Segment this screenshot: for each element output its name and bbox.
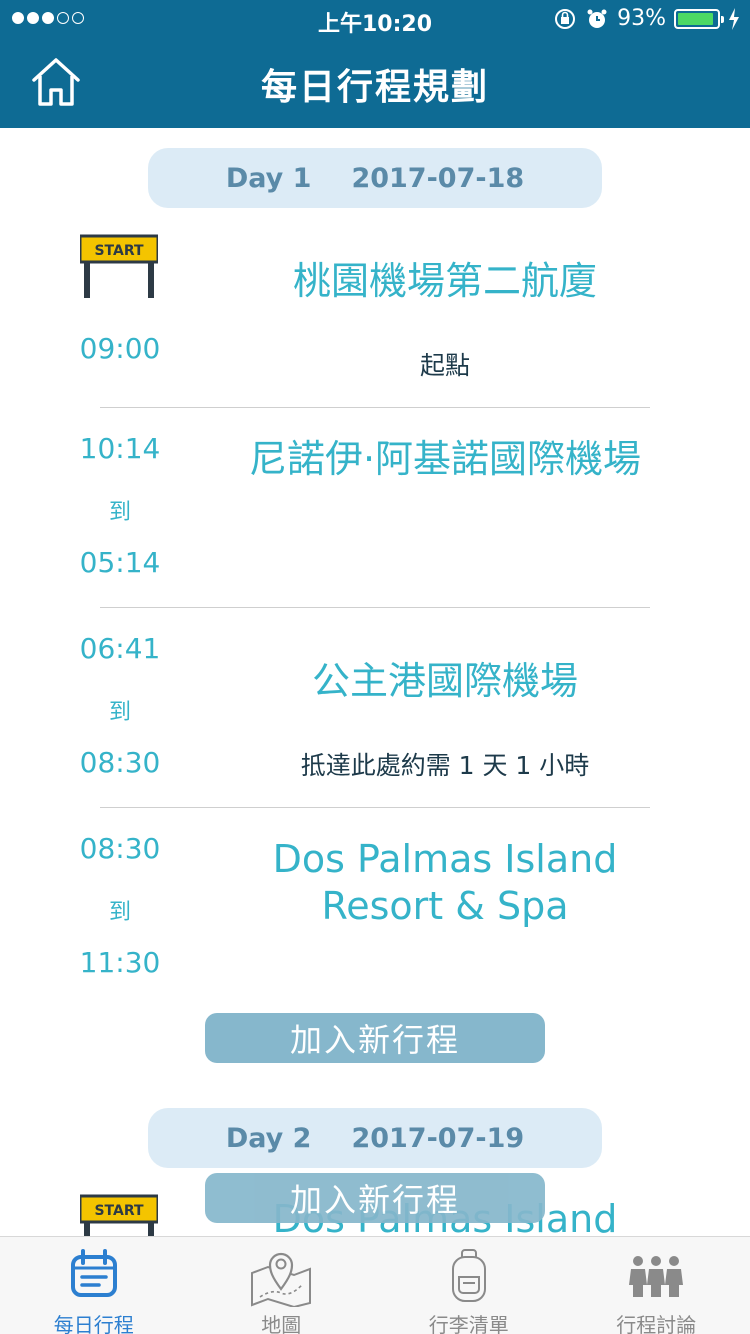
start-sign-icon: START — [80, 234, 158, 298]
day-header[interactable]: Day 1 2017-07-18 — [148, 148, 602, 208]
itinerary-list[interactable]: Day 1 2017-07-18 START 桃園機場第二航廈 09:00 起點… — [0, 128, 750, 1236]
time-end: 08:30 — [79, 746, 161, 779]
rotation-lock-icon — [555, 8, 576, 29]
time-start: 10:14 — [79, 432, 161, 465]
day-header[interactable]: Day 2 2017-07-19 — [148, 1108, 602, 1168]
battery-icon — [674, 8, 724, 29]
calendar-icon — [70, 1249, 117, 1297]
tab-packing-list[interactable]: 行李清單 — [375, 1237, 563, 1334]
page-title: 每日行程規劃 — [260, 67, 489, 108]
time-to-label: 到 — [108, 900, 131, 925]
time-start: 06:41 — [79, 632, 161, 665]
start-sign-icon: START — [80, 1194, 158, 1236]
time-start: 08:30 — [79, 832, 161, 865]
backpack-icon — [451, 1249, 486, 1302]
tab-label: 地圖 — [261, 1313, 302, 1334]
map-icon — [251, 1252, 312, 1307]
people-icon — [629, 1256, 684, 1297]
nav-bar: 每日行程規劃 — [0, 40, 750, 128]
time-to-label: 到 — [108, 500, 131, 525]
day-date: 2017-07-19 — [351, 1122, 525, 1154]
place-name[interactable]: 公主港國際機場 — [240, 658, 650, 705]
divider — [100, 807, 650, 808]
place-note: 起點 — [419, 351, 470, 380]
time-to-label: 到 — [108, 700, 131, 725]
svg-text:START: START — [94, 1203, 144, 1219]
tab-label: 每日行程 — [53, 1313, 134, 1334]
travel-duration-note: 抵達此處約需 1 天 1 小時 — [300, 751, 590, 780]
svg-text:START: START — [94, 243, 144, 259]
time-end: 11:30 — [79, 946, 161, 979]
time-end: 05:14 — [79, 546, 161, 579]
tab-bar: 每日行程 地圖 行李清單 行程討論 — [0, 1236, 750, 1334]
charging-icon — [729, 7, 739, 30]
place-name[interactable]: 尼諾伊·阿基諾國際機場 — [240, 436, 650, 483]
tab-label: 行程討論 — [616, 1313, 697, 1334]
status-bar: 上午10:20 93% — [0, 0, 750, 40]
day-date: 2017-07-18 — [351, 162, 525, 194]
tab-discussion[interactable]: 行程討論 — [563, 1237, 750, 1334]
place-name[interactable]: Dos Palmas Island Resort & Spa — [240, 836, 650, 930]
day-label: Day 1 — [225, 162, 312, 194]
add-itinerary-button[interactable]: 加入新行程 — [205, 1173, 545, 1223]
tab-label: 行李清單 — [428, 1313, 509, 1334]
time-start: 09:00 — [79, 332, 161, 365]
divider — [100, 407, 650, 408]
divider — [100, 607, 650, 608]
tab-map[interactable]: 地圖 — [188, 1237, 376, 1334]
place-name[interactable]: 桃園機場第二航廈 — [240, 258, 650, 305]
battery-percent: 93% — [617, 6, 666, 31]
tab-daily-itinerary[interactable]: 每日行程 — [0, 1237, 188, 1334]
alarm-icon — [587, 9, 607, 28]
add-itinerary-button[interactable]: 加入新行程 — [205, 1013, 545, 1063]
day-label: Day 2 — [225, 1122, 312, 1154]
